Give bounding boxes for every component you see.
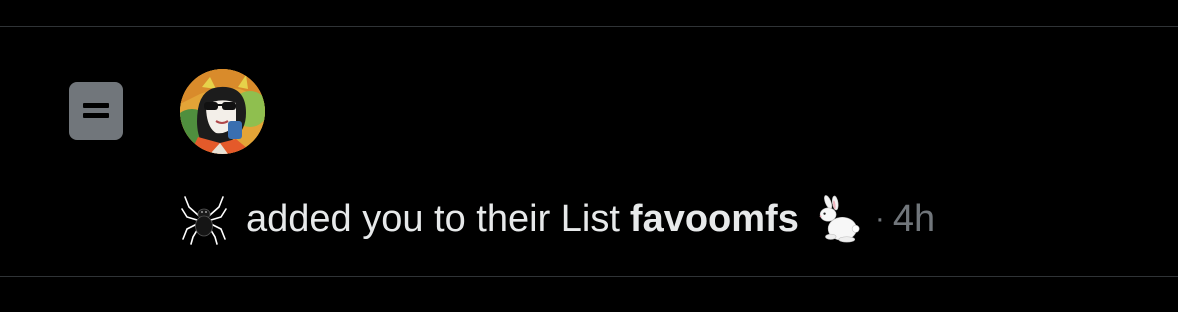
notification-message: added you to their List favoomfs · 4h bbox=[180, 192, 935, 246]
separator-dot: · bbox=[874, 202, 885, 235]
spider-icon[interactable] bbox=[180, 192, 228, 246]
list-name-link[interactable]: favoomfs bbox=[630, 198, 799, 241]
rabbit-icon bbox=[813, 192, 861, 246]
divider-bottom bbox=[0, 276, 1178, 277]
notification-text: added you to their List bbox=[246, 197, 620, 240]
avatar[interactable] bbox=[180, 69, 265, 154]
timestamp[interactable]: 4h bbox=[893, 198, 935, 241]
list-icon bbox=[69, 82, 123, 140]
